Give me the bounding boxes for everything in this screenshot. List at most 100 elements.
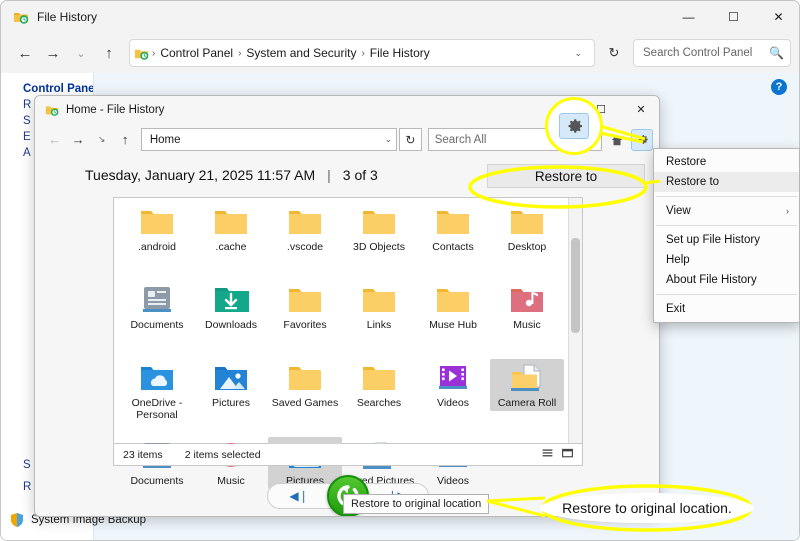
file-item-inner[interactable]: 3D Objects [342, 203, 416, 255]
file-item-inner[interactable]: Searches [342, 359, 416, 411]
fh-refresh-icon[interactable]: ↻ [399, 128, 422, 151]
menu-item-restore-to[interactable]: Restore to [654, 172, 799, 192]
file-item[interactable]: Muse Hub [416, 279, 490, 357]
items-count: 23 items [123, 449, 163, 461]
file-item[interactable]: Contacts [416, 201, 490, 279]
file-item[interactable]: Searches [342, 357, 416, 435]
file-item-label: Camera Roll [491, 397, 563, 409]
file-item-inner[interactable]: Music [490, 281, 564, 333]
menu-item-restore[interactable]: Restore [654, 152, 799, 172]
file-item-inner[interactable]: .android [120, 203, 194, 255]
file-item[interactable]: Downloads [194, 279, 268, 357]
menu-item-about-file-history[interactable]: About File History [654, 270, 799, 290]
gear-icon[interactable] [631, 129, 653, 151]
file-item-inner[interactable]: Muse Hub [416, 281, 490, 333]
file-item[interactable]: Documents [120, 279, 194, 357]
fh-up-button[interactable]: ↑ [113, 128, 136, 152]
file-item-label: Desktop [491, 241, 563, 253]
fh-back-button[interactable]: ← [43, 128, 66, 152]
file-item[interactable]: Camera Roll [490, 357, 564, 435]
fh-address-value: Home [150, 134, 181, 146]
file-item-label: 3D Objects [343, 241, 415, 253]
folder-yellow-icon [359, 283, 399, 317]
sidebar-item-4[interactable]: S [1, 455, 31, 471]
fh-search-placeholder: Search All [435, 134, 487, 146]
breadcrumb[interactable]: › Control Panel › System and Security › … [129, 39, 595, 67]
list-view-icon[interactable] [541, 447, 554, 463]
restore-to-button[interactable]: Restore to [487, 164, 645, 188]
file-item-inner[interactable]: Saved Games [268, 359, 342, 411]
menu-item-exit-label: Exit [666, 303, 685, 315]
file-item[interactable]: 3D Objects [342, 201, 416, 279]
fh-address-bar[interactable]: Home ⌄ [141, 128, 397, 151]
fh-forward-button[interactable]: → [66, 128, 89, 152]
file-item[interactable]: Saved Games [268, 357, 342, 435]
file-item-inner[interactable]: Contacts [416, 203, 490, 255]
vertical-scrollbar[interactable] [568, 198, 582, 443]
help-icon[interactable]: ? [771, 79, 787, 95]
search-placeholder: Search Control Panel [643, 47, 752, 59]
chevron-down-icon[interactable]: ⌄ [566, 48, 590, 59]
forward-button[interactable]: → [39, 39, 67, 67]
sidebar-item-5[interactable]: R [1, 477, 31, 493]
close-button[interactable]: ✕ [756, 1, 800, 33]
file-item[interactable]: Favorites [268, 279, 342, 357]
breadcrumb-right: ⌄ [566, 48, 590, 59]
file-item-inner[interactable]: OneDrive - Personal [120, 359, 194, 423]
file-item[interactable]: .android [120, 201, 194, 279]
menu-separator-3 [656, 294, 797, 295]
menu-item-help[interactable]: Help [654, 250, 799, 270]
tiles-view-icon[interactable] [561, 447, 574, 463]
file-item[interactable]: Music [490, 279, 564, 357]
backup-count: 3 of 3 [343, 167, 378, 183]
breadcrumb-item-control-panel[interactable]: Control Panel [156, 46, 237, 60]
menu-item-about-file-history-label: About File History [666, 274, 757, 286]
file-item-inner[interactable]: Pictures [194, 359, 268, 411]
file-item[interactable]: .vscode [268, 201, 342, 279]
file-item-inner[interactable]: Links [342, 281, 416, 333]
restore-tooltip: Restore to original location [343, 494, 489, 514]
file-item-inner[interactable]: Downloads [194, 281, 268, 333]
file-item-inner[interactable]: Camera Roll [490, 359, 564, 411]
fh-recent-button[interactable]: ↘ [90, 128, 113, 152]
view-toggles [541, 447, 574, 463]
folder-yellow-icon [285, 283, 325, 317]
file-item-label: Searches [343, 397, 415, 409]
breadcrumb-item-file-history[interactable]: File History [366, 46, 434, 60]
back-button[interactable]: ← [11, 39, 39, 67]
file-item-inner[interactable]: .cache [194, 203, 268, 255]
file-item[interactable]: Videos [416, 357, 490, 435]
previous-version-button[interactable]: ◀❘ [267, 483, 331, 509]
file-item-inner[interactable]: .vscode [268, 203, 342, 255]
breadcrumb-item-system-and-security[interactable]: System and Security [242, 46, 360, 60]
file-item[interactable]: Links [342, 279, 416, 357]
file-item[interactable]: .cache [194, 201, 268, 279]
search-input[interactable]: Search Control Panel 🔍 [633, 39, 791, 67]
home-icon[interactable] [606, 129, 628, 151]
refresh-icon[interactable]: ↻ [601, 40, 627, 66]
folder-empty-icon [359, 205, 399, 239]
recent-locations-button[interactable]: ⌄ [67, 39, 95, 67]
minimize-button[interactable]: — [666, 1, 711, 33]
menu-item-exit[interactable]: Exit [654, 299, 799, 319]
status-bar: 23 items 2 items selected [113, 444, 583, 466]
file-item-label: Muse Hub [417, 319, 489, 331]
file-item-inner[interactable]: Documents [120, 281, 194, 333]
fh-close-button[interactable]: ✕ [621, 96, 660, 123]
file-item[interactable]: Desktop [490, 201, 564, 279]
file-item-inner[interactable]: Videos [416, 359, 490, 411]
file-item[interactable]: Pictures [194, 357, 268, 435]
file-item[interactable]: OneDrive - Personal [120, 357, 194, 435]
header-separator: | [327, 167, 331, 183]
context-menu: Restore Restore to View › Set up File Hi… [653, 148, 800, 323]
file-item-inner[interactable]: Favorites [268, 281, 342, 333]
menu-item-view[interactable]: View › [654, 201, 799, 221]
file-item-label: Documents [121, 319, 193, 331]
file-item-inner[interactable]: Desktop [490, 203, 564, 255]
file-history-icon [45, 103, 59, 117]
up-button[interactable]: ↑ [95, 39, 123, 67]
chevron-down-icon[interactable]: ⌄ [385, 134, 393, 145]
menu-item-set-up-file-history[interactable]: Set up File History [654, 230, 799, 250]
scrollbar-thumb[interactable] [571, 238, 580, 333]
maximize-button[interactable]: ☐ [711, 1, 756, 33]
